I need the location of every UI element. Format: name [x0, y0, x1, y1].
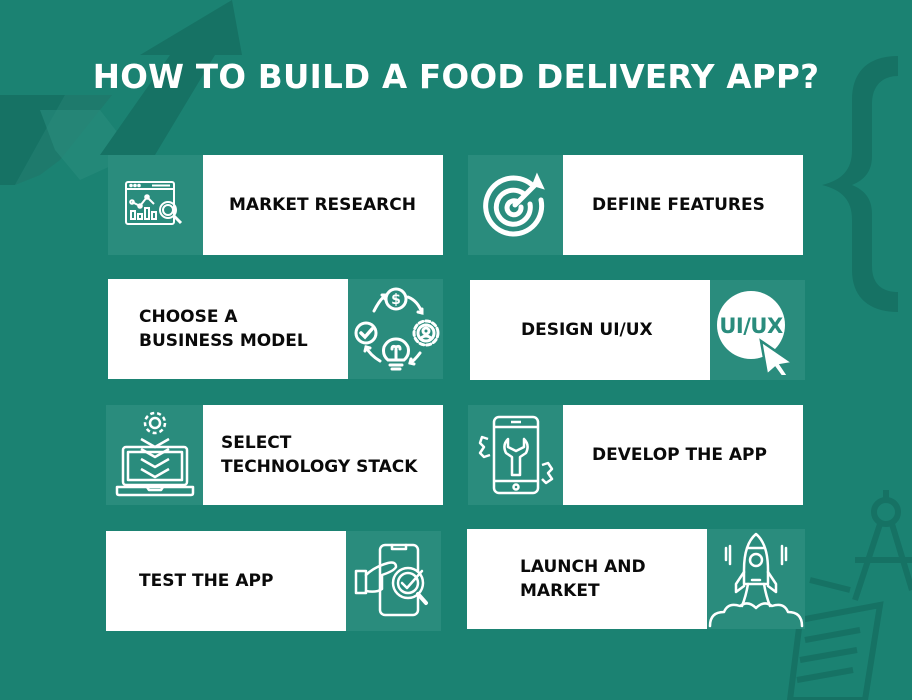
step-card-design-ui-ux: DESIGN UI/UX UI/UX	[470, 280, 805, 380]
icon-panel: $	[348, 279, 443, 379]
label-panel: MARKET RESEARCH	[203, 155, 443, 255]
step-card-develop-the-app: DEVELOP THE APP	[468, 405, 803, 505]
ui-ux-icon-text: UI/UX	[719, 314, 783, 338]
step-label: MARKET RESEARCH	[229, 195, 416, 215]
svg-text:$: $	[391, 292, 401, 308]
step-card-market-research: MARKET RESEARCH	[108, 155, 443, 255]
label-panel: DESIGN UI/UX	[470, 280, 710, 380]
business-model-cycle-icon: $	[354, 287, 439, 371]
icon-panel	[468, 155, 563, 255]
market-research-icon	[124, 181, 182, 225]
step-card-define-features: DEFINE FEATURES	[468, 155, 803, 255]
phone-test-check-icon	[354, 543, 428, 617]
icon-panel	[468, 405, 563, 505]
step-label: DESIGN UI/UX	[521, 320, 653, 340]
step-card-launch-and-market: LAUNCH AND MARKET	[467, 529, 805, 629]
target-icon	[482, 172, 545, 237]
step-label: DEFINE FEATURES	[592, 195, 765, 215]
label-panel: DEFINE FEATURES	[563, 155, 803, 255]
step-label: DEVELOP THE APP	[592, 445, 767, 465]
step-label: LAUNCH AND MARKET	[520, 557, 646, 601]
label-panel: SELECT TECHNOLOGY STACK	[203, 405, 443, 505]
label-panel: CHOOSE A BUSINESS MODEL	[108, 279, 348, 379]
label-panel: TEST THE APP	[106, 531, 346, 631]
step-card-select-technology-stack: SELECT TECHNOLOGY STACK	[106, 405, 443, 505]
step-card-choose-business-model: CHOOSE A BUSINESS MODEL $	[108, 279, 443, 379]
drafting-compass-icon	[852, 490, 912, 601]
icon-panel	[106, 405, 203, 505]
step-label: TEST THE APP	[139, 571, 274, 591]
page-title: HOW TO BUILD A FOOD DELIVERY APP?	[92, 58, 820, 96]
label-panel: LAUNCH AND MARKET	[467, 529, 707, 629]
icon-panel	[108, 155, 203, 255]
phone-wrench-icon	[478, 415, 553, 495]
step-label: CHOOSE A BUSINESS MODEL	[139, 307, 308, 351]
label-panel: DEVELOP THE APP	[563, 405, 803, 505]
icon-panel: UI/UX	[710, 280, 805, 380]
ui-ux-cursor-icon: UI/UX	[716, 291, 796, 375]
step-label: SELECT TECHNOLOGY STACK	[221, 433, 418, 477]
icon-panel	[346, 531, 441, 631]
laptop-gear-stack-icon	[115, 411, 194, 497]
step-card-test-the-app: TEST THE APP	[106, 531, 443, 631]
icon-panel	[707, 529, 805, 629]
rocket-launch-icon	[708, 532, 804, 628]
